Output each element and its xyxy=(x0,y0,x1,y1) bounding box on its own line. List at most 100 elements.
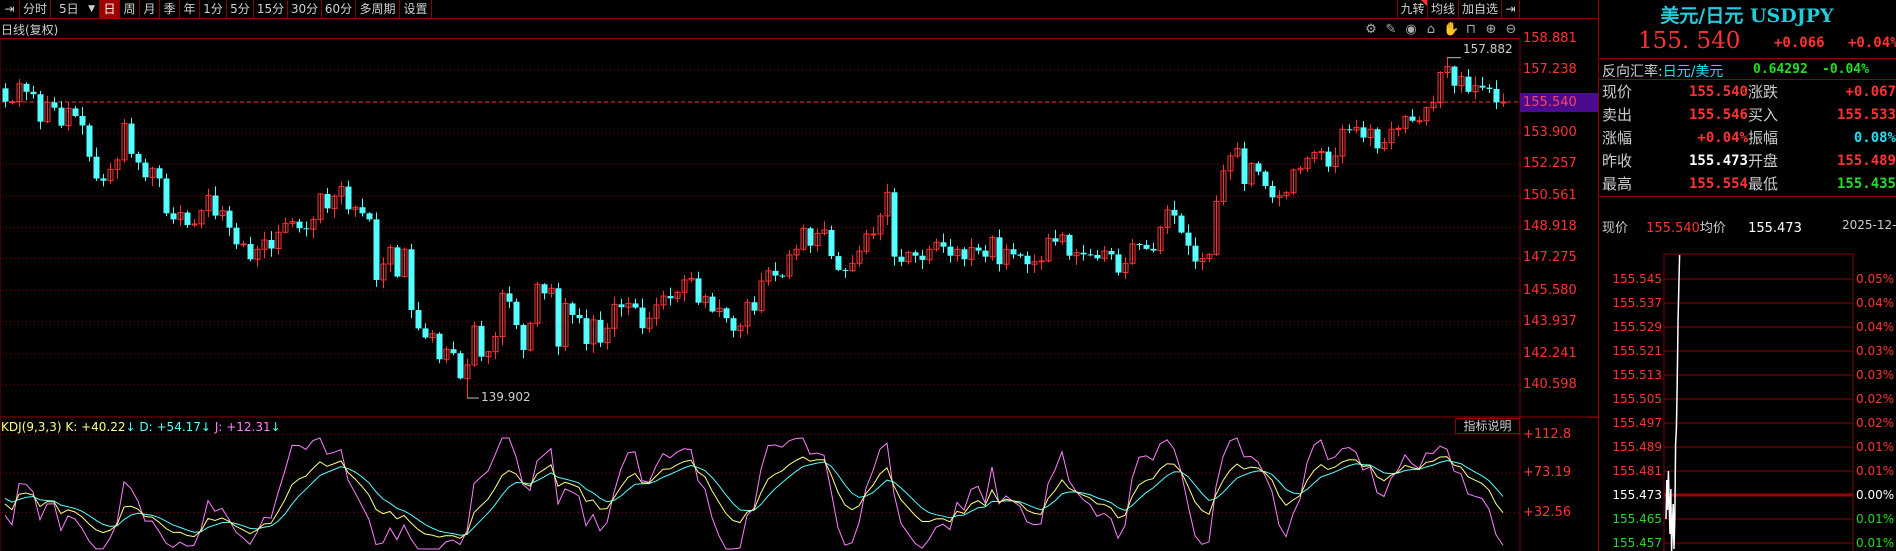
indicator-explain-button[interactable]: 指标说明 xyxy=(1455,418,1520,434)
kdj-legend: KDJ(9,3,3) K: +40.22↓ D: +54.17↓ J: +12.… xyxy=(1,420,281,434)
candle-body-down xyxy=(1143,244,1150,249)
candle-body-down xyxy=(996,237,1003,265)
candle-body-down xyxy=(555,288,562,347)
candle-body-down xyxy=(51,102,58,108)
candle-body-down xyxy=(422,328,429,338)
candle-body-down xyxy=(394,247,401,277)
divider xyxy=(1590,417,1598,418)
price-tick: 148.918 xyxy=(1523,219,1577,235)
candle-body-down xyxy=(1451,66,1458,86)
candle-body-down xyxy=(842,269,849,271)
candle-body-down xyxy=(1024,255,1031,265)
candle-body-down xyxy=(296,221,303,229)
candle-body-down xyxy=(359,207,366,214)
candle-body-down xyxy=(1108,250,1115,255)
candle-body-down xyxy=(639,307,646,329)
candle-body-down xyxy=(807,228,814,246)
candle-body-down xyxy=(1465,76,1472,92)
candle-body-down xyxy=(1115,254,1122,273)
candle-body-down xyxy=(891,192,898,257)
candle-body-down xyxy=(1493,88,1500,103)
candle-body-down xyxy=(408,249,415,311)
candle-body-down xyxy=(30,91,37,95)
candle-body-down xyxy=(730,318,737,331)
candle-body-up xyxy=(1038,260,1045,263)
kdj-k-line xyxy=(4,456,1504,539)
candle-body-down xyxy=(58,107,65,126)
candle-body-down xyxy=(723,308,730,319)
ts-pct-tick: 0.04% xyxy=(1856,296,1895,310)
candle-body-up xyxy=(1500,101,1507,104)
candle-body-down xyxy=(779,275,786,277)
candle-body-down xyxy=(1185,232,1192,246)
price-tick: 140.598 xyxy=(1523,376,1577,392)
candle-body-down xyxy=(135,153,142,163)
candle-body-down xyxy=(919,255,926,260)
candle-body-down xyxy=(415,310,422,329)
candle-body-down xyxy=(541,284,548,294)
kdj-tick: +73.19 xyxy=(1523,465,1572,480)
candle-body-down xyxy=(450,349,457,354)
candle-body-down xyxy=(632,303,639,308)
candle-body-down xyxy=(2,88,9,102)
ts-pct-tick: 0.02% xyxy=(1856,392,1895,406)
ts-price-tick: 155.505 xyxy=(1612,392,1662,406)
candle-body-down xyxy=(912,252,919,256)
ts-price-tick: 155.513 xyxy=(1612,368,1662,382)
candle-body-down xyxy=(1066,234,1073,256)
candle-body-down xyxy=(1052,238,1059,242)
ts-pct-tick: 0.01% xyxy=(1856,512,1895,526)
candle-body-down xyxy=(436,333,443,360)
candle-body-down xyxy=(1262,171,1269,187)
current-price-tag-label: 155.540 xyxy=(1523,95,1577,110)
candle-body-down xyxy=(128,123,135,154)
kdj-tick: +112.8 xyxy=(1523,427,1572,442)
candle-body-down xyxy=(1080,252,1087,255)
ts-pct-tick: 0.03% xyxy=(1856,344,1895,358)
candle-body-up xyxy=(9,101,16,104)
candle-body-down xyxy=(1150,248,1157,251)
candle-body-up xyxy=(1416,120,1423,123)
ts-pct-tick: 0.02% xyxy=(1856,416,1895,430)
arrow-down-icon: ↓ xyxy=(200,420,211,434)
candle-body-down xyxy=(93,156,100,179)
candle-body-down xyxy=(506,293,513,302)
candle-body-down xyxy=(1409,116,1416,121)
candle-body-up xyxy=(870,233,877,236)
ts-price-tick: 155.545 xyxy=(1612,272,1662,286)
ts-pct-tick: 0.05% xyxy=(1856,272,1895,286)
candle-body-down xyxy=(1094,254,1101,259)
candle-body-down xyxy=(1017,254,1024,256)
ts-price-tick: 155.489 xyxy=(1612,440,1662,454)
price-tick: 158.881 xyxy=(1523,30,1577,46)
kdj-d-value: D: +54.17 xyxy=(139,420,201,434)
ts-pct-tick: 0.00% xyxy=(1856,488,1895,502)
candle-body-down xyxy=(1192,245,1199,262)
candle-body-down xyxy=(751,302,758,311)
candle-body-down xyxy=(373,219,380,280)
candle-body-down xyxy=(940,242,947,247)
candle-body-down xyxy=(170,213,177,220)
candle-body-down xyxy=(961,249,968,260)
ts-price-tick: 155.497 xyxy=(1612,416,1662,430)
kdj-label: KDJ(9,3,3) xyxy=(1,420,62,434)
ts-price-tick: 155.481 xyxy=(1612,464,1662,478)
ts-pct-tick: 0.03% xyxy=(1856,368,1895,382)
candle-body-down xyxy=(667,296,674,299)
candle-body-down xyxy=(1360,127,1367,138)
candle-body-down xyxy=(268,239,275,249)
candle-body-down xyxy=(1346,129,1353,131)
candle-body-down xyxy=(982,250,989,257)
candlestick-chart[interactable] xyxy=(0,0,1598,551)
candle-body-down xyxy=(569,303,576,315)
ts-price-tick: 155.537 xyxy=(1612,296,1662,310)
candle-body-down xyxy=(1479,85,1486,88)
candle-body-down xyxy=(37,94,44,122)
candle-body-up xyxy=(240,243,247,246)
candle-body-down xyxy=(772,270,779,276)
candle-body-down xyxy=(1178,215,1185,233)
candle-body-down xyxy=(709,296,716,312)
candle-body-down xyxy=(366,213,373,220)
low-marker-label: 139.902 xyxy=(481,390,531,404)
ts-pct-tick: 0.01% xyxy=(1856,464,1895,478)
